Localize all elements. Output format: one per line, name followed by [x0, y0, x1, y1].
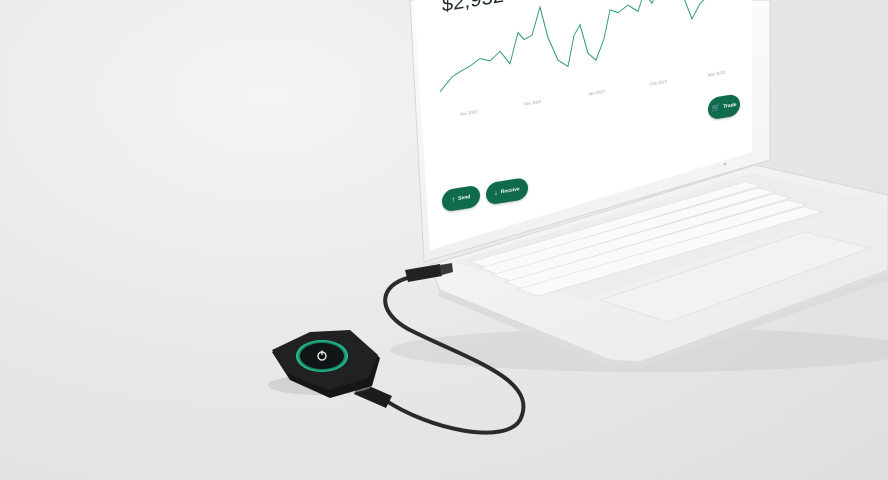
- x-tick: Nov 2022: [460, 108, 478, 117]
- x-tick: Jan 2023: [588, 88, 605, 97]
- cart-icon: 🛒: [711, 103, 721, 113]
- send-label: Send: [458, 194, 471, 202]
- webcam: [723, 162, 727, 166]
- trade-button[interactable]: 🛒 Trade: [708, 93, 740, 121]
- arrow-down-icon: ↓: [494, 189, 498, 197]
- trade-label: Trade: [723, 101, 737, 110]
- receive-label: Receive: [500, 186, 520, 196]
- arrow-up-icon: ↑: [451, 195, 456, 204]
- x-tick: Feb 2023: [650, 78, 667, 87]
- x-tick: Dec 2022: [524, 98, 542, 107]
- x-tick: Mar 2023: [708, 69, 725, 78]
- price-line: [439, 0, 737, 93]
